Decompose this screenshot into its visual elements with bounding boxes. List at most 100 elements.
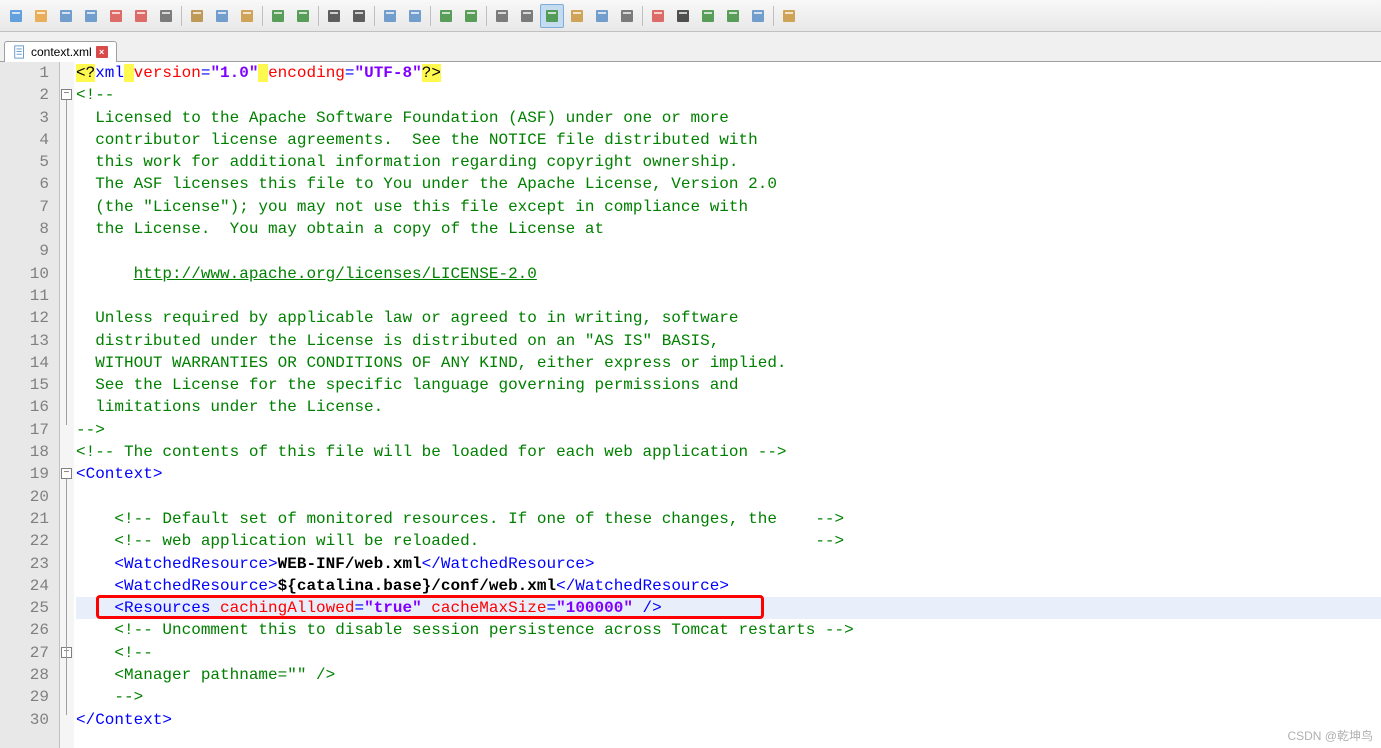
line-number-gutter: 1234567891011121314151617181920212223242… [0,62,60,748]
save-icon[interactable] [54,4,78,28]
find-icon[interactable] [322,4,346,28]
undo-icon[interactable] [266,4,290,28]
code-line[interactable]: <!-- Default set of monitored resources.… [76,508,1381,530]
close-all-icon[interactable] [129,4,153,28]
code-line[interactable]: this work for additional information reg… [76,151,1381,173]
code-line[interactable]: <Context> [76,463,1381,485]
line-number: 30 [0,709,49,731]
code-line[interactable]: the License. You may obtain a copy of th… [76,218,1381,240]
line-number: 8 [0,218,49,240]
line-number: 21 [0,508,49,530]
new-file-icon[interactable] [4,4,28,28]
line-number: 6 [0,173,49,195]
user-lang-icon[interactable] [565,4,589,28]
line-number: 7 [0,196,49,218]
print-icon[interactable] [154,4,178,28]
toolbar-separator [262,6,263,26]
line-number: 4 [0,129,49,151]
code-line[interactable]: See the License for the specific languag… [76,374,1381,396]
code-line[interactable]: WITHOUT WARRANTIES OR CONDITIONS OF ANY … [76,352,1381,374]
line-number: 14 [0,352,49,374]
code-line[interactable]: <WatchedResource>${catalina.base}/conf/w… [76,575,1381,597]
zoom-out-icon[interactable] [403,4,427,28]
watermark: CSDN @乾坤鸟 [1287,727,1373,744]
code-line[interactable]: distributed under the License is distrib… [76,330,1381,352]
code-line[interactable] [76,486,1381,508]
replace-icon[interactable] [347,4,371,28]
code-line[interactable]: --> [76,419,1381,441]
line-number: 23 [0,553,49,575]
fold-guide [66,658,67,693]
file-icon [13,45,27,59]
show-ws-icon[interactable] [515,4,539,28]
tab-label: context.xml [31,45,92,59]
line-number: 10 [0,263,49,285]
copy-icon[interactable] [210,4,234,28]
cut-icon[interactable] [185,4,209,28]
compare-icon[interactable] [777,4,801,28]
code-line[interactable]: The ASF licenses this file to You under … [76,173,1381,195]
toolbar-separator [430,6,431,26]
line-number: 28 [0,664,49,686]
sync-h-icon[interactable] [459,4,483,28]
redo-icon[interactable] [291,4,315,28]
record-macro-icon[interactable] [646,4,670,28]
toolbar-separator [486,6,487,26]
code-line[interactable] [76,240,1381,262]
toolbar-separator [642,6,643,26]
line-number: 16 [0,396,49,418]
close-icon[interactable]: × [96,46,108,58]
fold-handle[interactable]: − [61,468,72,479]
code-line[interactable]: contributor license agreements. See the … [76,129,1381,151]
wrap-icon[interactable] [490,4,514,28]
code-line[interactable]: (the "License"); you may not use this fi… [76,196,1381,218]
play-macro-icon[interactable] [696,4,720,28]
code-line[interactable]: <!-- The contents of this file will be l… [76,441,1381,463]
code-line[interactable]: <!-- [76,642,1381,664]
code-line[interactable] [76,285,1381,307]
code-line[interactable]: <!-- Uncomment this to disable session p… [76,619,1381,641]
func-list-icon[interactable] [615,4,639,28]
fold-column: −−− [60,62,74,748]
line-number: 13 [0,330,49,352]
code-line[interactable]: <?xml version="1.0" encoding="UTF-8"?> [76,62,1381,84]
line-number: 2 [0,84,49,106]
save-macro-icon[interactable] [746,4,770,28]
code-line[interactable]: Licensed to the Apache Software Foundati… [76,107,1381,129]
tab-context-xml[interactable]: context.xml × [4,41,117,62]
fold-handle[interactable]: − [61,89,72,100]
stop-macro-icon[interactable] [671,4,695,28]
save-all-icon[interactable] [79,4,103,28]
zoom-in-icon[interactable] [378,4,402,28]
code-line[interactable]: limitations under the License. [76,396,1381,418]
line-number: 1 [0,62,49,84]
open-folder-icon[interactable] [29,4,53,28]
line-number: 22 [0,530,49,552]
code-line[interactable]: Unless required by applicable law or agr… [76,307,1381,329]
line-number: 3 [0,107,49,129]
doc-map-icon[interactable] [590,4,614,28]
code-line[interactable]: <!-- [76,84,1381,106]
code-line[interactable]: http://www.apache.org/licenses/LICENSE-2… [76,263,1381,285]
line-number: 26 [0,619,49,641]
code-line[interactable]: <WatchedResource>WEB-INF/web.xml</Watche… [76,553,1381,575]
line-number: 17 [0,419,49,441]
line-number: 29 [0,686,49,708]
code-line[interactable]: <Manager pathname="" /> [76,664,1381,686]
close-file-icon[interactable] [104,4,128,28]
line-number: 27 [0,642,49,664]
code-line[interactable]: <Resources cachingAllowed="true" cacheMa… [76,597,1381,619]
code-line[interactable]: --> [76,686,1381,708]
toolbar-separator [318,6,319,26]
play-multi-icon[interactable] [721,4,745,28]
code-line[interactable]: <!-- web application will be reloaded. -… [76,530,1381,552]
sync-v-icon[interactable] [434,4,458,28]
editor: 1234567891011121314151617181920212223242… [0,62,1381,748]
paste-icon[interactable] [235,4,259,28]
line-number: 20 [0,486,49,508]
code-area[interactable]: <?xml version="1.0" encoding="UTF-8"?><!… [74,62,1381,748]
indent-guide-icon[interactable] [540,4,564,28]
line-number: 19 [0,463,49,485]
code-line[interactable]: </Context> [76,709,1381,731]
line-number: 24 [0,575,49,597]
